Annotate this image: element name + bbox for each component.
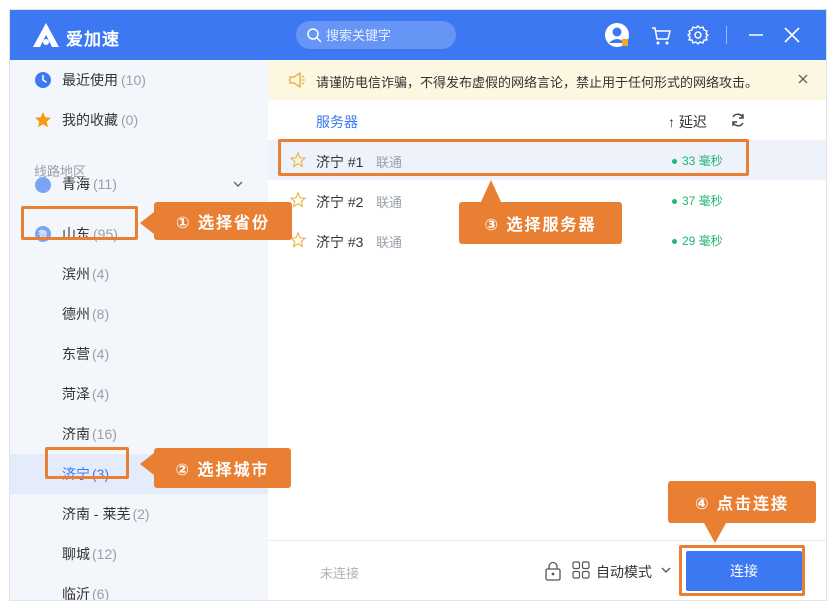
city-label: 滨州 — [62, 266, 90, 282]
sidebar-item-city[interactable]: 德州 (8) — [62, 294, 109, 334]
sidebar: 最近使用 (10) 我的收藏 (0) 线路地区 青海 (11) 鲁 山东 (95) — [10, 60, 268, 600]
server-latency: 37 毫秒 — [672, 192, 723, 209]
highlight-city — [45, 447, 129, 479]
sidebar-item-city[interactable]: 济南 - 莱芜 (2) — [62, 494, 150, 534]
grid-mode-icon[interactable] — [572, 561, 590, 579]
sidebar-item-city[interactable]: 滨州 (4) — [62, 254, 109, 294]
sidebar-item-favorites[interactable]: 我的收藏 (0) — [10, 100, 268, 140]
server-name: 济宁 #2 — [316, 194, 364, 210]
server-latency: 29 毫秒 — [672, 232, 723, 249]
latency-value: 29 毫秒 — [682, 234, 723, 248]
latency-sort-header[interactable]: ↑ 延迟 — [668, 112, 707, 132]
server-column-header[interactable]: 服务器 — [316, 112, 358, 132]
megaphone-icon — [289, 72, 305, 88]
chevron-down-icon — [233, 181, 243, 187]
server-list-header: 服务器 ↑ 延迟 — [268, 100, 826, 140]
city-count: (4) — [92, 346, 110, 362]
chevron-down-icon[interactable] — [660, 564, 672, 576]
favorite-star-icon[interactable] — [290, 192, 306, 208]
city-label: 东营 — [62, 346, 90, 362]
city-label: 德州 — [62, 306, 90, 322]
title-bar: 爱加速 — [10, 10, 826, 60]
latency-value: 37 毫秒 — [682, 194, 723, 208]
clock-icon — [35, 72, 51, 88]
mode-select[interactable]: 自动模式 — [596, 562, 652, 582]
sidebar-item-city[interactable]: 临沂 (6) — [62, 574, 109, 600]
city-label: 聊城 — [62, 546, 90, 562]
latency-dot — [672, 199, 677, 205]
favorites-count: (0) — [121, 112, 139, 128]
city-label: 济南 - 莱芜 — [62, 506, 131, 522]
user-avatar-icon[interactable] — [604, 22, 630, 48]
cart-icon[interactable] — [648, 22, 674, 48]
server-name: 济宁 #3 — [316, 234, 364, 250]
highlight-province — [21, 206, 138, 240]
recent-count: (10) — [121, 72, 146, 88]
server-isp: 联通 — [376, 195, 403, 210]
province-badge-icon — [35, 177, 51, 193]
close-icon[interactable] — [779, 22, 805, 48]
city-label: 菏泽 — [62, 386, 90, 402]
notice-bar: 请谨防电信诈骗，不得发布虚假的网络言论，禁止用于任何形式的网络攻击。 — [268, 60, 826, 100]
connection-status: 未连接 — [320, 566, 360, 581]
callout-arrow — [140, 212, 154, 234]
callout-arrow — [704, 523, 726, 543]
star-icon — [35, 112, 51, 128]
app-name: 爱加速 — [66, 30, 120, 49]
minimize-icon[interactable] — [743, 22, 769, 48]
city-count: (16) — [92, 426, 117, 442]
notice-text: 请谨防电信诈骗，不得发布虚假的网络言论，禁止用于任何形式的网络攻击。 — [316, 75, 759, 90]
city-count: (4) — [92, 386, 110, 402]
gear-icon[interactable] — [685, 22, 711, 48]
favorites-label: 我的收藏 — [62, 112, 118, 128]
search-icon — [307, 28, 322, 43]
highlight-connect — [679, 545, 805, 596]
sidebar-item-city[interactable]: 聊城 (12) — [62, 534, 117, 574]
tutorial-step-3: ③ 选择服务器 — [459, 202, 622, 244]
province-count: (11) — [93, 176, 117, 192]
notice-close-icon[interactable] — [796, 72, 810, 86]
server-isp: 联通 — [376, 235, 403, 250]
sidebar-item-city[interactable]: 菏泽 (4) — [62, 374, 109, 414]
city-label: 济南 — [62, 426, 90, 442]
titlebar-divider — [726, 26, 727, 44]
city-count: (2) — [132, 506, 150, 522]
tutorial-step-1: ① 选择省份 — [154, 202, 292, 240]
tutorial-step-2: ② 选择城市 — [154, 448, 291, 488]
highlight-server — [278, 139, 749, 176]
app-window: 爱加速 搜索关键字 最近使用 (10) 我的收藏 (0) 线路地区 青海 (11… — [10, 10, 826, 600]
refresh-icon[interactable] — [730, 112, 746, 128]
app-logo-icon — [33, 23, 59, 47]
city-label: 临沂 — [62, 586, 90, 600]
city-count: (4) — [92, 266, 110, 282]
city-count: (12) — [92, 546, 117, 562]
city-count: (6) — [92, 586, 110, 600]
callout-arrow — [480, 180, 502, 204]
city-count: (8) — [92, 306, 110, 322]
search-box[interactable] — [296, 21, 456, 49]
latency-dot — [672, 239, 677, 245]
sidebar-item-recent[interactable]: 最近使用 (10) — [10, 60, 268, 100]
favorite-star-icon[interactable] — [290, 232, 306, 248]
sidebar-item-province[interactable]: 青海 (11) — [10, 174, 268, 194]
province-label: 青海 — [62, 176, 90, 192]
recent-label: 最近使用 — [62, 72, 118, 88]
callout-arrow — [140, 453, 154, 475]
lock-icon[interactable] — [544, 561, 562, 581]
search-input[interactable] — [326, 25, 448, 45]
sidebar-item-city[interactable]: 东营 (4) — [62, 334, 109, 374]
tutorial-step-4: ④ 点击连接 — [668, 481, 816, 523]
